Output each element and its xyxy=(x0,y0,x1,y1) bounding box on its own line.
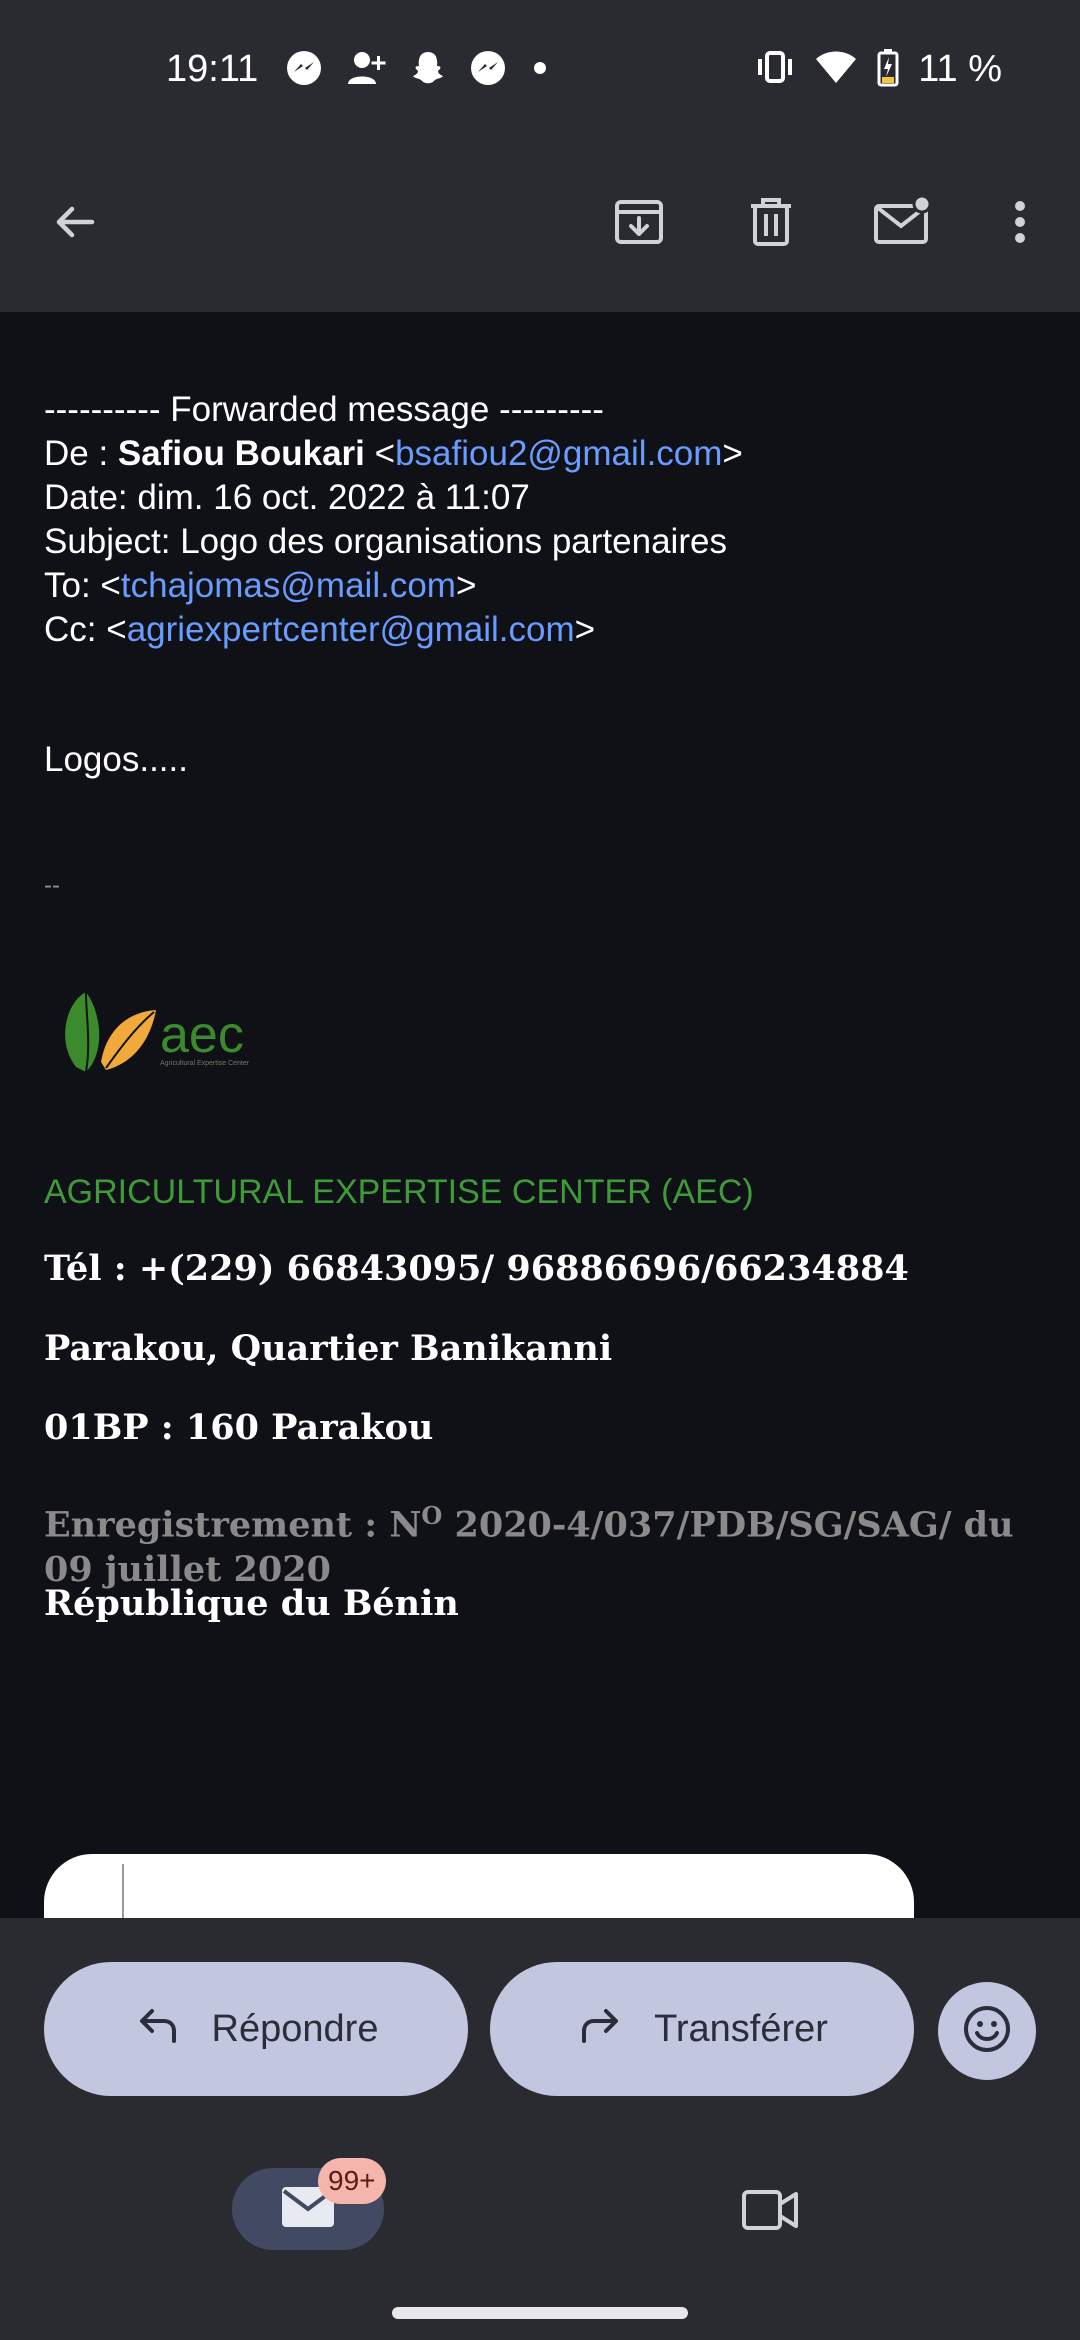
snapchat-icon xyxy=(408,48,448,93)
add-person-icon xyxy=(344,48,388,93)
organization-name: AGRICULTURAL EXPERTISE CENTER (AEC) xyxy=(44,1173,754,1211)
registration-sup: O xyxy=(421,1501,443,1530)
date-line: Date: dim. 16 oct. 2022 à 11:07 xyxy=(44,478,530,517)
dot-icon xyxy=(528,48,552,93)
subject-line: Subject: Logo des organisations partenai… xyxy=(44,522,727,561)
reply-label: Répondre xyxy=(211,2007,379,2050)
forward-label: Transférer xyxy=(654,2007,828,2050)
wifi-icon xyxy=(814,47,858,92)
home-indicator[interactable] xyxy=(392,2307,688,2319)
delete-icon[interactable] xyxy=(731,182,811,262)
vibrate-icon xyxy=(754,47,796,92)
registration-prefix: Enregistrement : N xyxy=(44,1504,422,1546)
to-label: To: xyxy=(44,566,101,605)
phone-line: Tél : +(229) 66843095/ 96886696/66234884 xyxy=(44,1248,909,1289)
po-box-line: 01BP : 160 Parakou xyxy=(44,1407,434,1448)
email-body: ---------- Forwarded message --------- D… xyxy=(0,312,1080,1918)
forward-button[interactable]: Transférer xyxy=(490,1962,914,2096)
notification-icons xyxy=(284,48,552,93)
reply-actions: Répondre Transférer xyxy=(0,1918,1080,2142)
registration-line: Enregistrement : NO 2020-4/037/PDB/SG/SA… xyxy=(44,1494,1024,1592)
from-label: De : xyxy=(44,434,118,473)
video-camera-icon xyxy=(740,2186,800,2239)
battery-percentage: 11 % xyxy=(918,48,1002,90)
emoji-icon xyxy=(961,2003,1013,2060)
forward-icon xyxy=(576,2003,624,2056)
mark-unread-icon[interactable] xyxy=(862,182,942,262)
forward-divider: ---------- Forwarded message --------- xyxy=(44,390,604,429)
more-vert-icon[interactable] xyxy=(980,182,1060,262)
battery-charging-icon xyxy=(876,47,900,92)
system-icons: 11 % xyxy=(754,44,1002,94)
gmail-email-screen: 19:11 11 % ---------- Forwarded message … xyxy=(0,0,1080,2340)
aec-logo: aec Agricultural Expertise Center xyxy=(56,972,296,1092)
email-toolbar xyxy=(0,140,1080,312)
back-arrow-icon[interactable] xyxy=(35,182,115,262)
sender-email-link[interactable]: bsafiou2@gmail.com xyxy=(395,434,722,473)
messenger-icon xyxy=(468,48,508,93)
sender-name: Safiou Boukari xyxy=(117,434,365,473)
cc-line: Cc: <agriexpertcenter@gmail.com> xyxy=(44,610,596,649)
emoji-reaction-button[interactable] xyxy=(938,1982,1036,2080)
status-time: 19:11 xyxy=(166,48,259,90)
messenger-icon xyxy=(284,48,324,93)
attachment-card[interactable] xyxy=(44,1854,914,1918)
logo-text: aec xyxy=(160,1006,244,1064)
forwarded-message-header: ---------- Forwarded message --------- D… xyxy=(44,388,743,652)
to-line: To: <tchajomas@mail.com> xyxy=(44,566,477,605)
nav-meet-tab[interactable] xyxy=(730,2172,810,2252)
card-divider xyxy=(122,1864,124,1918)
country-line: République du Bénin xyxy=(44,1583,459,1624)
unread-count-badge: 99+ xyxy=(318,2158,386,2204)
reply-icon xyxy=(134,2003,182,2056)
to-email-link[interactable]: tchajomas@mail.com xyxy=(121,566,456,605)
status-bar: 19:11 11 % xyxy=(0,0,1080,140)
message-body-text: Logos..... xyxy=(44,740,188,779)
signature-separator: -- xyxy=(44,872,60,899)
reply-button[interactable]: Répondre xyxy=(44,1962,468,2096)
cc-label: Cc: xyxy=(44,610,107,649)
archive-icon[interactable] xyxy=(599,182,679,262)
address-line: Parakou, Quartier Banikanni xyxy=(44,1328,613,1369)
cc-email-link[interactable]: agriexpertcenter@gmail.com xyxy=(127,610,575,649)
logo-subtext: Agricultural Expertise Center xyxy=(160,1060,250,1067)
from-line: De : Safiou Boukari <bsafiou2@gmail.com> xyxy=(44,434,743,473)
